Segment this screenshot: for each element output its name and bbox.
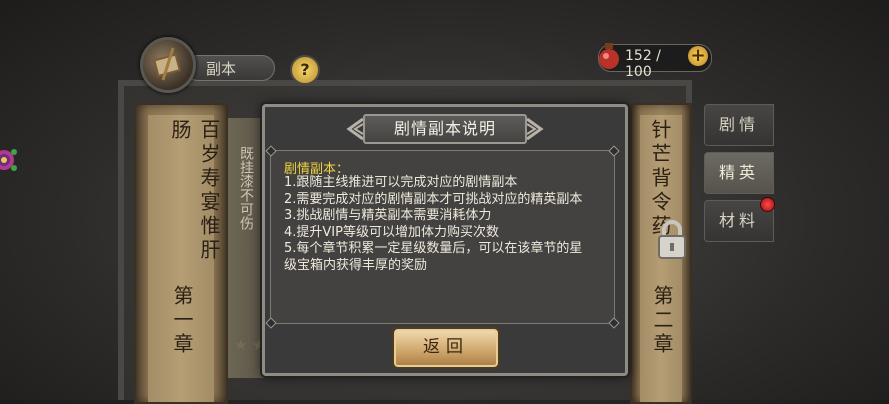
- notification-dot: [760, 197, 775, 212]
- book-icon: [140, 37, 196, 93]
- chapter-mid-text: 既挂漆不可伤: [238, 146, 254, 230]
- stamina-potion-icon: [595, 41, 623, 71]
- help-button[interactable]: ?: [290, 55, 320, 85]
- chapter-2-number: 第二章: [650, 285, 674, 357]
- dialog-line: 3.挑战剧情与精英副本需要消耗体力: [284, 208, 492, 223]
- dialog-line: 2.需要完成对应的剧情副本才可挑战对应的精英副本: [284, 191, 583, 207]
- lock-icon: [655, 218, 689, 260]
- tab-elite[interactable]: 精英: [704, 152, 774, 194]
- chapter-scroll-1[interactable]: 百岁寿宴惟肝肠 第一章: [134, 103, 228, 404]
- title-left-ornament-icon: [345, 117, 365, 141]
- add-stamina-button[interactable]: +: [688, 46, 708, 66]
- title-right-ornament-icon: [525, 117, 545, 141]
- chapter-1-number: 第一章: [170, 285, 194, 357]
- dialog-line: 4.提升VIP等级可以增加体力购买次数: [284, 224, 499, 240]
- back-button[interactable]: 返回: [392, 327, 500, 369]
- stamina-value: 152 / 100: [625, 48, 661, 80]
- dialog-line: 1.跟随主线推进可以完成对应的剧情副本: [284, 175, 518, 190]
- flower-ornament-icon: [0, 140, 22, 180]
- dialog-title: 剧情副本说明: [393, 119, 496, 138]
- tab-story[interactable]: 剧情: [704, 104, 774, 146]
- star-rating: ★ ★: [234, 336, 266, 354]
- page-title: 副本: [185, 55, 275, 81]
- dialog-body: 1.跟随主线推进可以完成对应的剧情副本 2.需要完成对应的剧情副本才可挑战对应的…: [284, 175, 614, 274]
- dialog-line: 5.每个章节积累一定星级数量后，可以在该章节的星: [284, 241, 583, 256]
- chapter-1-name: 百岁寿宴惟肝肠: [168, 119, 221, 263]
- dialog-line: 级宝箱内获得丰厚的奖励: [284, 257, 428, 273]
